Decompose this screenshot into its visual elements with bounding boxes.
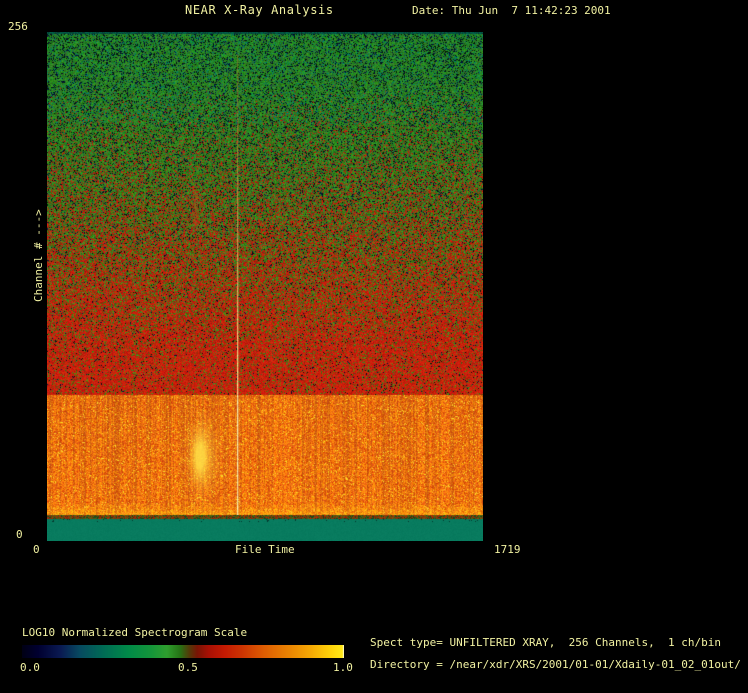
y-axis-label: Channel # ---> — [32, 209, 45, 302]
x-axis-right-tick: 1719 — [494, 543, 521, 556]
colorbar-tick-mid: 0.5 — [178, 661, 198, 674]
y-axis-top-tick: 256 — [8, 20, 28, 33]
date-label: Date: Thu Jun 7 11:42:23 2001 — [412, 4, 611, 17]
colorbar-tick-min: 0.0 — [20, 661, 40, 674]
colorbar-title: LOG10 Normalized Spectrogram Scale — [22, 626, 248, 639]
page-title: NEAR X-Ray Analysis — [185, 3, 334, 17]
x-axis-label: File Time — [235, 543, 295, 556]
x-axis-left-tick: 0 — [33, 543, 40, 556]
directory-line: Directory = /near/xdr/XRS/2001/01-01/Xda… — [370, 658, 741, 671]
colorbar-gradient — [22, 645, 344, 658]
colorbar-tick-max: 1.0 — [333, 661, 353, 674]
spect-type-line: Spect type= UNFILTERED XRAY, 256 Channel… — [370, 636, 721, 649]
xray-analysis-window: NEAR X-Ray Analysis Date: Thu Jun 7 11:4… — [0, 0, 748, 693]
y-axis-bottom-tick: 0 — [16, 528, 23, 541]
spectrogram-image — [47, 32, 483, 541]
